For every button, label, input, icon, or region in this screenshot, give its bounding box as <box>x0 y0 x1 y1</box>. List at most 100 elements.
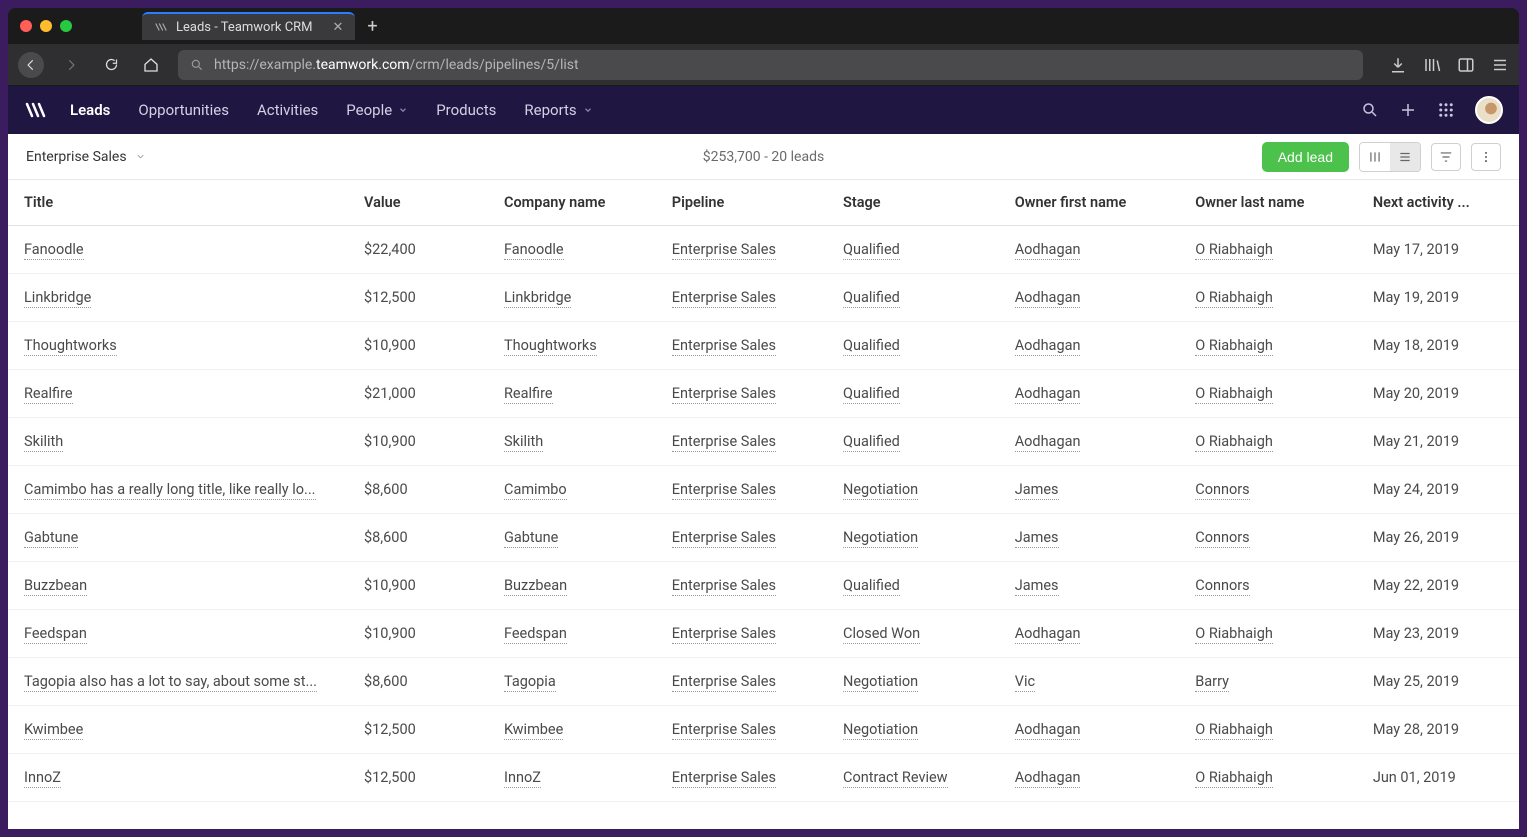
cell-last[interactable]: Barry <box>1179 658 1357 706</box>
add-lead-button[interactable]: Add lead <box>1262 142 1349 172</box>
window-minimize-dot[interactable] <box>40 20 52 32</box>
sidebar-icon[interactable] <box>1457 56 1475 74</box>
cell-first[interactable]: Aodhagan <box>999 274 1180 322</box>
cell-pipeline[interactable]: Enterprise Sales <box>656 466 827 514</box>
new-tab-button[interactable]: + <box>367 16 377 37</box>
table-row[interactable]: Tagopia also has a lot to say, about som… <box>8 658 1519 706</box>
cell-stage[interactable]: Negotiation <box>827 514 999 562</box>
cell-company[interactable]: Thoughtworks <box>488 322 656 370</box>
nav-forward-button[interactable] <box>58 52 84 78</box>
cell-last[interactable]: O Riabhaigh <box>1179 322 1357 370</box>
cell-company[interactable]: Realfire <box>488 370 656 418</box>
column-header[interactable]: Owner first name <box>999 180 1180 226</box>
nav-leads[interactable]: Leads <box>70 101 110 119</box>
cell-last[interactable]: O Riabhaigh <box>1179 706 1357 754</box>
cell-last[interactable]: O Riabhaigh <box>1179 418 1357 466</box>
cell-last[interactable]: O Riabhaigh <box>1179 274 1357 322</box>
cell-title[interactable]: Tagopia also has a lot to say, about som… <box>8 658 348 706</box>
cell-stage[interactable]: Negotiation <box>827 466 999 514</box>
window-close-dot[interactable] <box>20 20 32 32</box>
cell-first[interactable]: Aodhagan <box>999 706 1180 754</box>
library-icon[interactable] <box>1423 56 1441 74</box>
cell-stage[interactable]: Contract Review <box>827 754 999 802</box>
cell-stage[interactable]: Qualified <box>827 370 999 418</box>
nav-people[interactable]: People <box>346 101 408 119</box>
cell-pipeline[interactable]: Enterprise Sales <box>656 754 827 802</box>
address-bar[interactable]: https://example.teamwork.com/crm/leads/p… <box>178 50 1363 80</box>
table-row[interactable]: InnoZ$12,500InnoZEnterprise SalesContrac… <box>8 754 1519 802</box>
downloads-icon[interactable] <box>1389 56 1407 74</box>
cell-title[interactable]: Buzzbean <box>8 562 348 610</box>
column-header[interactable]: Title <box>8 180 348 226</box>
table-row[interactable]: Buzzbean$10,900BuzzbeanEnterprise SalesQ… <box>8 562 1519 610</box>
cell-last[interactable]: Connors <box>1179 514 1357 562</box>
nav-back-button[interactable] <box>18 52 44 78</box>
cell-company[interactable]: Kwimbee <box>488 706 656 754</box>
cell-first[interactable]: Aodhagan <box>999 754 1180 802</box>
nav-activities[interactable]: Activities <box>257 101 318 119</box>
list-view-button[interactable] <box>1390 143 1420 171</box>
cell-title[interactable]: Realfire <box>8 370 348 418</box>
cell-pipeline[interactable]: Enterprise Sales <box>656 274 827 322</box>
cell-pipeline[interactable]: Enterprise Sales <box>656 322 827 370</box>
column-header[interactable]: Stage <box>827 180 999 226</box>
cell-pipeline[interactable]: Enterprise Sales <box>656 226 827 274</box>
table-row[interactable]: Skilith$10,900SkilithEnterprise SalesQua… <box>8 418 1519 466</box>
column-header[interactable]: Pipeline <box>656 180 827 226</box>
cell-company[interactable]: Gabtune <box>488 514 656 562</box>
cell-first[interactable]: Aodhagan <box>999 226 1180 274</box>
cell-stage[interactable]: Qualified <box>827 274 999 322</box>
nav-home-button[interactable] <box>138 52 164 78</box>
cell-last[interactable]: Connors <box>1179 562 1357 610</box>
pipeline-selector[interactable]: Enterprise Sales <box>26 149 146 165</box>
column-header[interactable]: Company name <box>488 180 656 226</box>
table-row[interactable]: Fanoodle$22,400FanoodleEnterprise SalesQ… <box>8 226 1519 274</box>
search-icon[interactable] <box>1361 101 1379 119</box>
leads-table-wrap[interactable]: TitleValueCompany namePipelineStageOwner… <box>8 180 1519 829</box>
cell-last[interactable]: O Riabhaigh <box>1179 226 1357 274</box>
cell-stage[interactable]: Qualified <box>827 226 999 274</box>
cell-stage[interactable]: Qualified <box>827 562 999 610</box>
cell-stage[interactable]: Closed Won <box>827 610 999 658</box>
cell-first[interactable]: Aodhagan <box>999 322 1180 370</box>
app-logo-icon[interactable] <box>24 98 48 122</box>
cell-company[interactable]: Tagopia <box>488 658 656 706</box>
cell-title[interactable]: Camimbo has a really long title, like re… <box>8 466 348 514</box>
table-row[interactable]: Linkbridge$12,500LinkbridgeEnterprise Sa… <box>8 274 1519 322</box>
cell-first[interactable]: Vic <box>999 658 1180 706</box>
cell-pipeline[interactable]: Enterprise Sales <box>656 514 827 562</box>
nav-opportunities[interactable]: Opportunities <box>138 101 229 119</box>
cell-title[interactable]: Thoughtworks <box>8 322 348 370</box>
user-avatar[interactable] <box>1475 96 1503 124</box>
cell-pipeline[interactable]: Enterprise Sales <box>656 562 827 610</box>
cell-company[interactable]: InnoZ <box>488 754 656 802</box>
cell-last[interactable]: O Riabhaigh <box>1179 610 1357 658</box>
cell-company[interactable]: Fanoodle <box>488 226 656 274</box>
cell-company[interactable]: Camimbo <box>488 466 656 514</box>
cell-company[interactable]: Buzzbean <box>488 562 656 610</box>
cell-pipeline[interactable]: Enterprise Sales <box>656 610 827 658</box>
cell-stage[interactable]: Negotiation <box>827 706 999 754</box>
apps-grid-icon[interactable] <box>1437 101 1455 119</box>
filter-button[interactable] <box>1431 143 1461 171</box>
add-icon[interactable] <box>1399 101 1417 119</box>
cell-title[interactable]: Kwimbee <box>8 706 348 754</box>
table-row[interactable]: Gabtune$8,600GabtuneEnterprise SalesNego… <box>8 514 1519 562</box>
cell-last[interactable]: Connors <box>1179 466 1357 514</box>
table-row[interactable]: Feedspan$10,900FeedspanEnterprise SalesC… <box>8 610 1519 658</box>
browser-tab[interactable]: Leads - Teamwork CRM ✕ <box>142 12 355 40</box>
cell-stage[interactable]: Qualified <box>827 322 999 370</box>
cell-first[interactable]: James <box>999 514 1180 562</box>
column-header[interactable]: Owner last name <box>1179 180 1357 226</box>
cell-pipeline[interactable]: Enterprise Sales <box>656 706 827 754</box>
cell-title[interactable]: Feedspan <box>8 610 348 658</box>
cell-stage[interactable]: Negotiation <box>827 658 999 706</box>
board-view-button[interactable] <box>1360 143 1390 171</box>
more-options-button[interactable] <box>1471 143 1501 171</box>
cell-company[interactable]: Feedspan <box>488 610 656 658</box>
close-tab-icon[interactable]: ✕ <box>333 20 344 35</box>
cell-pipeline[interactable]: Enterprise Sales <box>656 658 827 706</box>
cell-first[interactable]: Aodhagan <box>999 610 1180 658</box>
cell-title[interactable]: InnoZ <box>8 754 348 802</box>
table-row[interactable]: Kwimbee$12,500KwimbeeEnterprise SalesNeg… <box>8 706 1519 754</box>
